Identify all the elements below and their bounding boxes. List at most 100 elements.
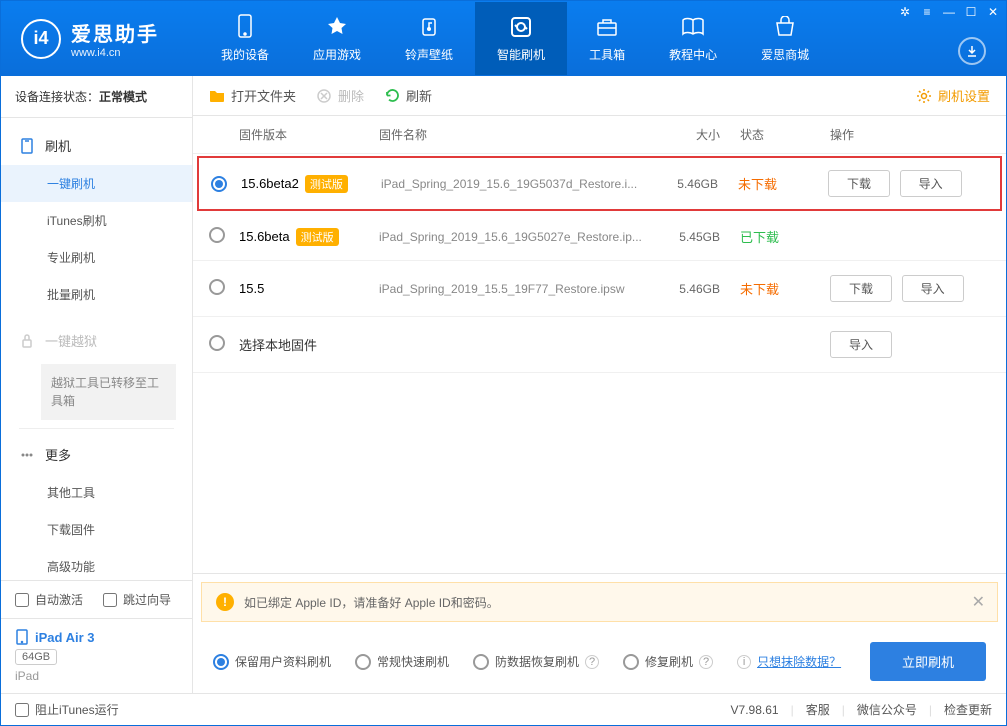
open-folder-button[interactable]: 打开文件夹: [209, 86, 296, 105]
nav-ringtones[interactable]: 铃声壁纸: [383, 2, 475, 75]
sidebar-item-download-fw[interactable]: 下载固件: [1, 511, 192, 548]
refresh-button[interactable]: 刷新: [384, 86, 432, 105]
col-action: 操作: [830, 126, 990, 143]
nav-my-device[interactable]: 我的设备: [199, 2, 291, 75]
sidebar-item-pro[interactable]: 专业刷机: [1, 239, 192, 276]
store-icon: [772, 14, 798, 40]
main-content: 打开文件夹 删除 刷新 刷机设置 固件版本 固件名称 大小 状态 操作: [193, 76, 1006, 693]
download-button[interactable]: 下载: [828, 170, 890, 197]
lock-icon: [19, 333, 35, 349]
radio-selected[interactable]: [211, 176, 227, 192]
app-logo-icon: i4: [21, 19, 61, 59]
app-header: i4 爱思助手 www.i4.cn 我的设备 应用游戏 铃声壁纸 智能刷机 工具…: [1, 1, 1006, 76]
warning-bar: ! 如已绑定 Apple ID，请准备好 Apple ID和密码。 ✕: [201, 582, 998, 622]
import-button[interactable]: 导入: [902, 275, 964, 302]
toolbox-icon: [594, 14, 620, 40]
skip-guide-checkbox[interactable]: [103, 593, 117, 607]
more-icon: [19, 447, 35, 463]
col-status: 状态: [740, 126, 830, 143]
nav-store[interactable]: 爱思商城: [739, 2, 831, 75]
nav-toolbox[interactable]: 工具箱: [567, 2, 647, 75]
auto-activate-checkbox[interactable]: [15, 593, 29, 607]
sidebar-options-row: 自动激活 跳过向导: [1, 581, 192, 618]
sidebar-flash-group[interactable]: 刷机: [1, 126, 192, 165]
help-icon[interactable]: ?: [585, 655, 599, 669]
minimize-icon[interactable]: —: [942, 5, 956, 19]
logo-area: i4 爱思助手 www.i4.cn: [1, 18, 179, 59]
firmware-row[interactable]: 15.6beta测试版 iPad_Spring_2019_15.6_19G502…: [193, 213, 1006, 261]
import-button[interactable]: 导入: [830, 331, 892, 358]
block-itunes-option[interactable]: 阻止iTunes运行: [15, 701, 119, 718]
sidebar-item-other-tools[interactable]: 其他工具: [1, 474, 192, 511]
tablet-icon: [15, 629, 29, 645]
flash-settings-button[interactable]: 刷机设置: [916, 86, 990, 105]
sidebar-item-batch[interactable]: 批量刷机: [1, 276, 192, 313]
delete-icon: [316, 88, 332, 104]
bottom-panel: ! 如已绑定 Apple ID，请准备好 Apple ID和密码。 ✕ 保留用户…: [193, 573, 1006, 693]
sidebar-more-group[interactable]: 更多: [1, 435, 192, 474]
help-icon[interactable]: ?: [699, 655, 713, 669]
beta-badge: 测试版: [296, 228, 339, 246]
check-update-link[interactable]: 检查更新: [944, 701, 992, 718]
col-version: 固件版本: [239, 126, 379, 143]
radio[interactable]: [209, 227, 225, 243]
menu-icon[interactable]: ≡: [920, 5, 934, 19]
storage-badge: 64GB: [15, 649, 57, 665]
sidebar-item-itunes[interactable]: iTunes刷机: [1, 202, 192, 239]
opt-anti-recovery[interactable]: 防数据恢复刷机?: [473, 653, 599, 670]
version-label: V7.98.61: [731, 703, 779, 717]
apps-icon: [324, 14, 350, 40]
device-type: iPad: [15, 669, 178, 683]
divider: [19, 428, 174, 429]
download-button[interactable]: 下载: [830, 275, 892, 302]
phone-icon: [19, 138, 35, 154]
flash-options: 保留用户资料刷机 常规快速刷机 防数据恢复刷机? 修复刷机? i只想抹除数据？ …: [193, 630, 1006, 693]
info-icon: i: [737, 655, 751, 669]
book-icon: [680, 14, 706, 40]
settings-icon[interactable]: ✲: [898, 5, 912, 19]
sidebar: 设备连接状态：正常模式 刷机 一键刷机 iTunes刷机 专业刷机 批量刷机 一…: [1, 76, 193, 693]
customer-service-link[interactable]: 客服: [806, 701, 830, 718]
app-url: www.i4.cn: [71, 47, 159, 59]
beta-badge: 测试版: [305, 175, 348, 193]
col-name: 固件名称: [379, 126, 660, 143]
download-indicator[interactable]: [958, 37, 986, 65]
radio[interactable]: [209, 279, 225, 295]
maximize-icon[interactable]: ☐: [964, 5, 978, 19]
opt-keep-data[interactable]: 保留用户资料刷机: [213, 653, 331, 670]
close-icon[interactable]: ✕: [986, 5, 1000, 19]
nav-tutorials[interactable]: 教程中心: [647, 2, 739, 75]
nav-apps[interactable]: 应用游戏: [291, 2, 383, 75]
folder-icon: [209, 88, 225, 104]
close-warning-button[interactable]: ✕: [972, 592, 985, 612]
wechat-link[interactable]: 微信公众号: [857, 701, 917, 718]
flash-icon: [508, 14, 534, 40]
erase-link[interactable]: i只想抹除数据？: [737, 653, 841, 670]
gear-icon: [916, 88, 932, 104]
connection-status: 设备连接状态：正常模式: [1, 76, 192, 118]
radio[interactable]: [209, 335, 225, 351]
sidebar-jailbreak-group: 一键越狱: [1, 321, 192, 360]
toolbar: 打开文件夹 删除 刷新 刷机设置: [193, 76, 1006, 116]
opt-repair[interactable]: 修复刷机?: [623, 653, 713, 670]
col-size: 大小: [660, 126, 740, 143]
delete-button: 删除: [316, 86, 364, 105]
nav-flash[interactable]: 智能刷机: [475, 2, 567, 75]
firmware-row[interactable]: 15.5 iPad_Spring_2019_15.5_19F77_Restore…: [193, 261, 1006, 317]
import-button[interactable]: 导入: [900, 170, 962, 197]
refresh-icon: [384, 88, 400, 104]
jailbreak-note: 越狱工具已转移至工具箱: [41, 364, 176, 420]
main-nav: 我的设备 应用游戏 铃声壁纸 智能刷机 工具箱 教程中心 爱思商城: [199, 2, 831, 75]
firmware-row-local[interactable]: 选择本地固件 导入: [193, 317, 1006, 373]
app-title: 爱思助手: [71, 18, 159, 47]
block-itunes-checkbox[interactable]: [15, 703, 29, 717]
flash-now-button[interactable]: 立即刷机: [870, 642, 986, 681]
firmware-row[interactable]: 15.6beta2测试版 iPad_Spring_2019_15.6_19G50…: [197, 156, 1002, 211]
device-info[interactable]: iPad Air 3 64GB iPad: [1, 618, 192, 693]
sidebar-item-advanced[interactable]: 高级功能: [1, 548, 192, 580]
warning-icon: !: [216, 593, 234, 611]
sidebar-item-oneclick[interactable]: 一键刷机: [1, 165, 192, 202]
music-icon: [416, 14, 442, 40]
device-icon: [232, 14, 258, 40]
opt-normal[interactable]: 常规快速刷机: [355, 653, 449, 670]
